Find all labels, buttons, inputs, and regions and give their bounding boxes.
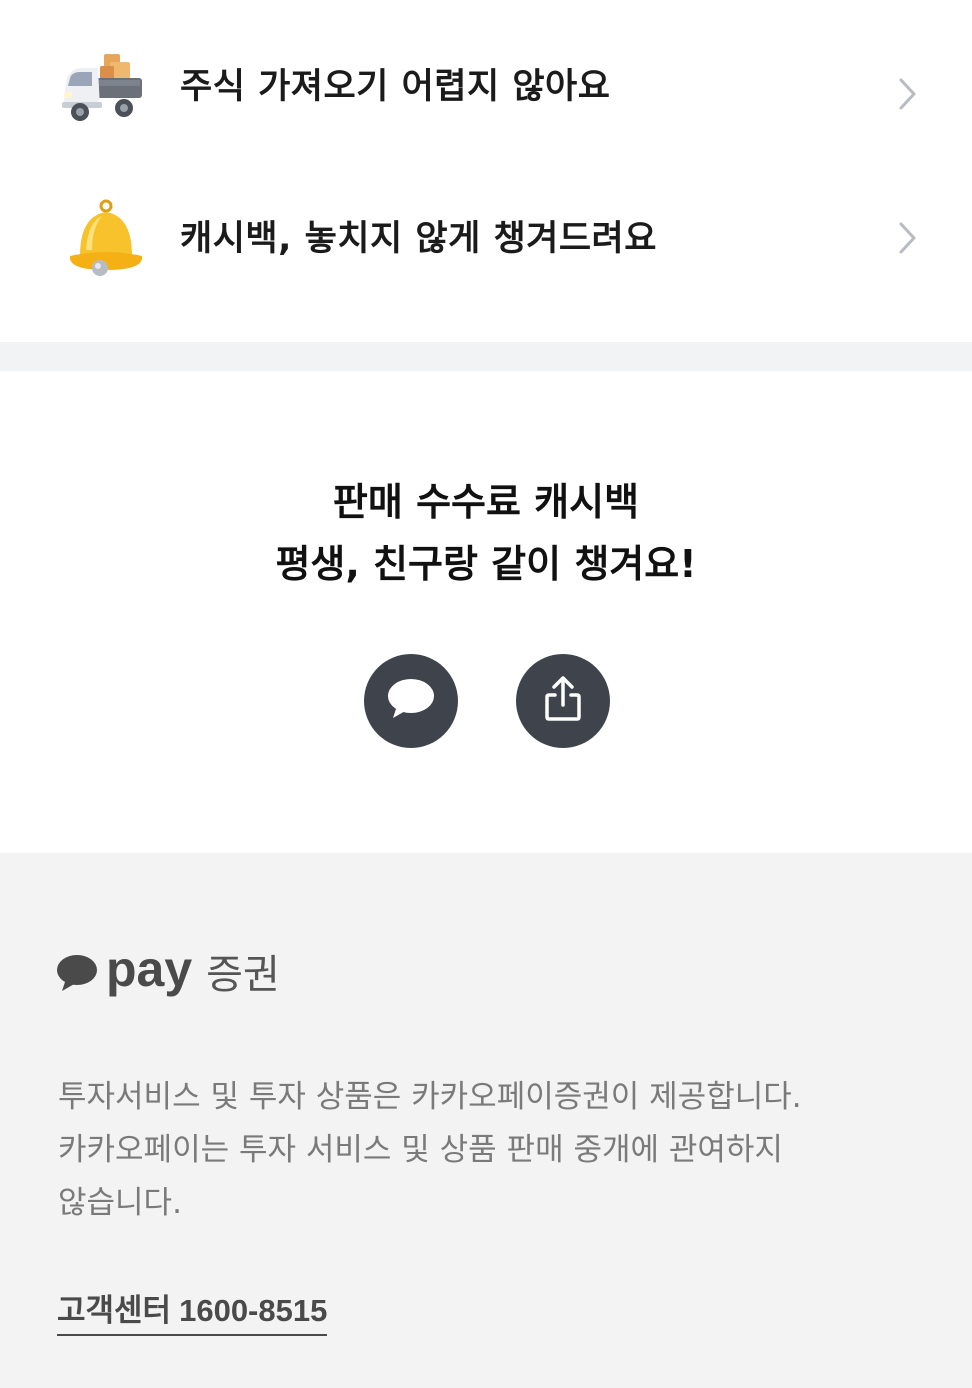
footer: pay 증권 투자서비스 및 투자 상품은 카카오페이증권이 제공합니다. 카카… <box>0 853 972 1388</box>
brand-logo: pay 증권 <box>56 941 280 1005</box>
section-divider <box>0 342 972 371</box>
page: 주식 가져오기 어렵지 않아요 캐시백, 놓치지 않게 챙겨드려요 판매 수수료… <box>0 0 972 1388</box>
brand-pay: pay <box>106 941 193 997</box>
kakao-bubble-icon <box>56 953 98 997</box>
list-item-stock-transfer[interactable]: 주식 가져오기 어렵지 않아요 <box>0 8 972 158</box>
disclaimer-line: 카카오페이는 투자 서비스 및 상품 판매 중개에 관여하지 <box>58 1132 783 1168</box>
disclaimer-line: 않습니다. <box>58 1185 182 1221</box>
brand-suffix: 증권 <box>206 952 280 998</box>
list-item-label: 주식 가져오기 어렵지 않아요 <box>180 67 611 107</box>
customer-center-link[interactable]: 고객센터 1600-8515 <box>57 1285 328 1336</box>
share-button[interactable] <box>516 654 610 748</box>
invite-section: 판매 수수료 캐시백 평생, 친구랑 같이 챙겨요! <box>0 371 972 853</box>
chevron-right-icon <box>896 74 920 114</box>
invite-title-line2: 평생, 친구랑 같이 챙겨요! <box>275 542 697 586</box>
list-item-label: 캐시백, 놓치지 않게 챙겨드려요 <box>180 219 657 259</box>
bell-icon <box>60 198 146 284</box>
disclaimer-line: 투자서비스 및 투자 상품은 카카오페이증권이 제공합니다. <box>58 1079 802 1115</box>
customer-center-label: 고객센터 <box>57 1293 172 1329</box>
invite-title-line1: 판매 수수료 캐시백 <box>332 480 640 524</box>
chevron-right-icon <box>896 218 920 258</box>
customer-center-number: 1600-8515 <box>179 1293 328 1328</box>
truck-icon <box>60 48 146 134</box>
kakaotalk-share-button[interactable] <box>364 654 458 748</box>
share-icon <box>537 673 589 729</box>
list-item-cashback[interactable]: 캐시백, 놓치지 않게 챙겨드려요 <box>0 160 972 310</box>
speech-bubble-icon <box>385 676 437 726</box>
disclaimer: 투자서비스 및 투자 상품은 카카오페이증권이 제공합니다. 카카오페이는 투자… <box>58 1071 918 1230</box>
guide-list: 주식 가져오기 어렵지 않아요 캐시백, 놓치지 않게 챙겨드려요 <box>0 0 972 342</box>
